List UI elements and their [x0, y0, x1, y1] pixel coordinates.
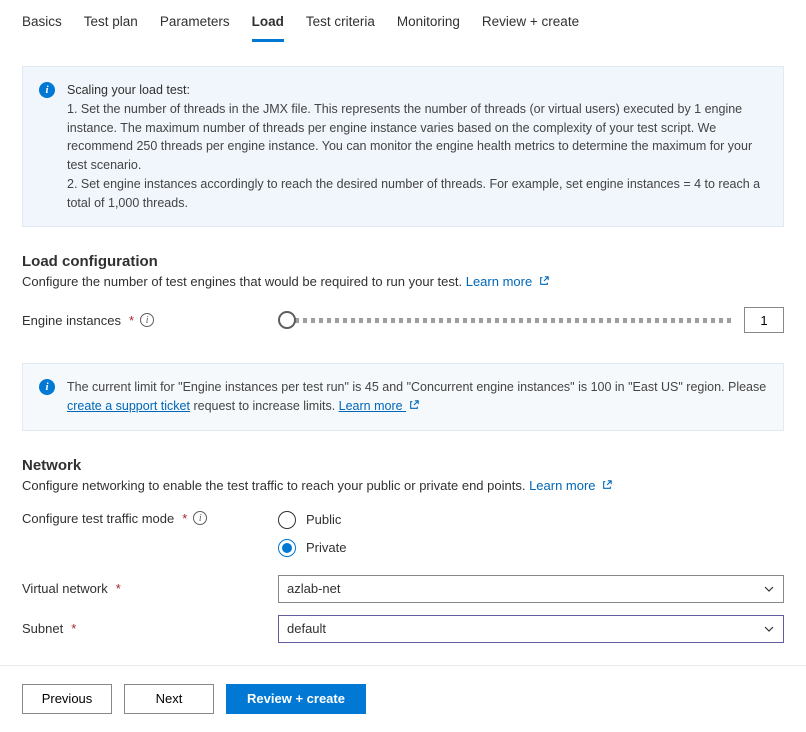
info-icon: i — [39, 82, 55, 98]
chevron-down-icon — [763, 583, 775, 595]
tab-load[interactable]: Load — [252, 14, 284, 42]
limit-learn-more-link[interactable]: Learn more — [339, 399, 419, 413]
radio-label-public: Public — [306, 512, 341, 527]
vnet-select-value: azlab-net — [287, 581, 340, 596]
radio-label-private: Private — [306, 540, 346, 555]
slider-thumb[interactable] — [278, 311, 296, 329]
external-link-icon — [602, 480, 612, 490]
engine-instances-row: Engine instances* i — [22, 307, 784, 333]
required-asterisk: * — [116, 581, 121, 596]
create-support-ticket-link[interactable]: create a support ticket — [67, 399, 190, 413]
traffic-mode-label: Configure test traffic mode* i — [22, 511, 278, 526]
scaling-info-line1: 1. Set the number of threads in the JMX … — [67, 100, 767, 175]
scaling-info-title: Scaling your load test: — [67, 81, 767, 100]
scaling-info-body: Scaling your load test: 1. Set the numbe… — [67, 81, 767, 212]
external-link-icon — [539, 276, 549, 286]
load-config-learn-more-link[interactable]: Learn more — [466, 274, 549, 289]
scaling-info-box: i Scaling your load test: 1. Set the num… — [22, 66, 784, 227]
required-asterisk: * — [182, 511, 187, 526]
required-asterisk: * — [71, 621, 76, 636]
engine-instances-slider[interactable] — [278, 310, 732, 330]
load-config-desc-text: Configure the number of test engines tha… — [22, 274, 466, 289]
subnet-label: Subnet* — [22, 621, 278, 636]
external-link-icon — [409, 400, 419, 410]
tab-strip: Basics Test plan Parameters Load Test cr… — [22, 0, 784, 42]
help-icon[interactable]: i — [193, 511, 207, 525]
traffic-mode-radio-private[interactable]: Private — [278, 539, 346, 557]
vnet-row: Virtual network* azlab-net — [22, 575, 784, 603]
help-icon[interactable]: i — [140, 313, 154, 327]
engine-instances-input[interactable] — [744, 307, 784, 333]
tab-review[interactable]: Review + create — [482, 14, 579, 42]
limit-info-box: i The current limit for "Engine instance… — [22, 363, 784, 431]
vnet-select[interactable]: azlab-net — [278, 575, 784, 603]
load-config-heading: Load configuration — [22, 253, 784, 270]
chevron-down-icon — [763, 623, 775, 635]
radio-icon — [278, 511, 296, 529]
traffic-mode-radio-public[interactable]: Public — [278, 511, 346, 529]
network-desc-text: Configure networking to enable the test … — [22, 478, 529, 493]
vnet-label: Virtual network* — [22, 581, 278, 596]
network-desc: Configure networking to enable the test … — [22, 478, 784, 493]
tab-parameters[interactable]: Parameters — [160, 14, 230, 42]
next-button[interactable]: Next — [124, 684, 214, 714]
network-learn-more-link[interactable]: Learn more — [529, 478, 612, 493]
subnet-select[interactable]: default — [278, 615, 784, 643]
tab-basics[interactable]: Basics — [22, 14, 62, 42]
subnet-select-value: default — [287, 621, 326, 636]
tab-test-criteria[interactable]: Test criteria — [306, 14, 375, 42]
tab-test-plan[interactable]: Test plan — [84, 14, 138, 42]
previous-button[interactable]: Previous — [22, 684, 112, 714]
limit-info-body: The current limit for "Engine instances … — [67, 378, 767, 416]
review-create-button[interactable]: Review + create — [226, 684, 366, 714]
limit-text-post: request to increase limits. — [190, 399, 339, 413]
info-icon: i — [39, 379, 55, 395]
subnet-row: Subnet* default — [22, 615, 784, 643]
network-heading: Network — [22, 457, 784, 474]
limit-text-pre: The current limit for "Engine instances … — [67, 380, 766, 394]
required-asterisk: * — [129, 313, 134, 328]
footer-bar: Previous Next Review + create — [0, 665, 806, 732]
radio-icon — [278, 539, 296, 557]
tab-monitoring[interactable]: Monitoring — [397, 14, 460, 42]
load-config-desc: Configure the number of test engines tha… — [22, 274, 784, 289]
traffic-mode-row: Configure test traffic mode* i Public Pr… — [22, 511, 784, 557]
engine-instances-label: Engine instances* i — [22, 313, 278, 328]
scaling-info-line2: 2. Set engine instances accordingly to r… — [67, 175, 767, 213]
